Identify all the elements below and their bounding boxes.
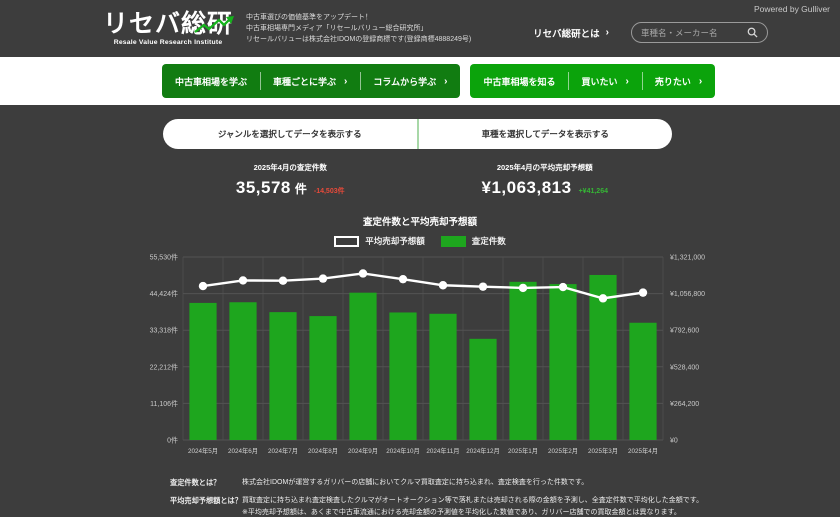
- legend-item-bar: 査定件数: [441, 235, 506, 247]
- svg-text:2025年2月: 2025年2月: [548, 446, 578, 455]
- nav-group-learn: 中古車相場を学ぶ 車種ごとに学ぶ › コラムから学ぶ ›: [162, 64, 460, 98]
- definition-text: 買取査定に持ち込まれ査定検査したクルマがオートオークション等で落札または売却され…: [242, 495, 703, 507]
- tab-model-select[interactable]: 車種を選択してデータを表示する: [417, 119, 673, 149]
- stat-label: 2025年4月の査定件数: [163, 162, 418, 173]
- site-header: リセバ総研 Resale Value Research Institute 中古…: [0, 0, 840, 57]
- nav-item-label: 売りたい: [655, 75, 691, 88]
- stat-label: 2025年4月の平均売却予想額: [418, 162, 673, 173]
- definition-row: 平均売却予想額とは？ 買取査定に持ち込まれ査定検査したクルマがオートオークション…: [170, 495, 840, 517]
- nav-item-market-know[interactable]: 中古車相場を知る: [470, 64, 568, 98]
- chart-legend: 平均売却予想額 査定件数: [0, 235, 840, 247]
- legend-item-line: 平均売却予想額: [334, 235, 425, 247]
- svg-text:2024年5月: 2024年5月: [188, 446, 218, 455]
- svg-text:2024年7月: 2024年7月: [268, 446, 298, 455]
- assessment-price-chart: 55,530件 ¥1,321,000 44,424件 ¥1,056,800 33,318…: [133, 249, 733, 465]
- nav-group-action: 中古車相場を知る 買いたい › 売りたい ›: [470, 64, 715, 98]
- definition-term: 査定件数とは？: [170, 477, 242, 489]
- stat-value: ¥1,063,813 +¥41,264: [418, 178, 673, 198]
- header-tagline: 中古車選びの価値基準をアップデート！ 中古車相場専門メディア「リセールバリュー総…: [246, 12, 471, 46]
- definitions: 査定件数とは？ 株式会社IDOMが運営するガリバーの店舗においてクルマ買取査定に…: [170, 477, 840, 517]
- svg-text:2024年12月: 2024年12月: [466, 446, 500, 455]
- nav-item-label: コラムから学ぶ: [373, 75, 436, 88]
- nav-item-market-learn[interactable]: 中古車相場を学ぶ: [162, 64, 260, 98]
- stats-row: 2025年4月の査定件数 35,578 件 -14,503件 2025年4月の平…: [163, 162, 672, 198]
- stat-unit: 件: [295, 180, 307, 197]
- svg-text:2025年3月: 2025年3月: [588, 446, 618, 455]
- nav-item-buy[interactable]: 買いたい ›: [568, 64, 641, 98]
- svg-text:33,318件: 33,318件: [150, 326, 178, 335]
- svg-text:2024年6月: 2024年6月: [228, 446, 258, 455]
- logo-title: リセバ総研: [103, 11, 233, 37]
- definition-term: 平均売却予想額とは？: [170, 495, 242, 517]
- nav-item-label: 中古車相場を学ぶ: [175, 75, 247, 88]
- search-box[interactable]: [631, 22, 768, 43]
- legend-label: 査定件数: [472, 235, 506, 247]
- nav-item-label: 中古車相場を知る: [483, 75, 555, 88]
- svg-text:2024年8月: 2024年8月: [308, 446, 338, 455]
- definition-text: 株式会社IDOMが運営するガリバーの店舗においてクルマ買取査定に持ち込まれ、査定…: [242, 477, 588, 489]
- stat-value: 35,578 件 -14,503件: [163, 178, 418, 198]
- nav-item-sell[interactable]: 売りたい ›: [642, 64, 715, 98]
- definition-row: 査定件数とは？ 株式会社IDOMが運営するガリバーの店舗においてクルマ買取査定に…: [170, 477, 840, 489]
- svg-text:44,424件: 44,424件: [150, 289, 178, 298]
- svg-text:11,106件: 11,106件: [150, 399, 178, 408]
- about-link[interactable]: リセバ総研とは ›: [533, 26, 609, 40]
- svg-text:22,212件: 22,212件: [150, 362, 178, 371]
- main-nav: 中古車相場を学ぶ 車種ごとに学ぶ › コラムから学ぶ › 中古車相場を知る 買い…: [0, 57, 840, 105]
- nav-item-label: 車種ごとに学ぶ: [273, 75, 336, 88]
- search-input[interactable]: [641, 28, 741, 38]
- nav-item-columns[interactable]: コラムから学ぶ ›: [360, 64, 460, 98]
- svg-text:¥1,321,000: ¥1,321,000: [670, 255, 705, 262]
- chart-title: 査定件数と平均売却予想額: [0, 214, 840, 228]
- chevron-right-icon: ›: [699, 76, 702, 87]
- about-link-label: リセバ総研とは: [533, 26, 600, 40]
- stat-assessment-count: 2025年4月の査定件数 35,578 件 -14,503件: [163, 162, 418, 198]
- svg-text:55,530件: 55,530件: [150, 253, 178, 262]
- search-icon[interactable]: [747, 27, 758, 38]
- tab-genre-select[interactable]: ジャンルを選択してデータを表示する: [163, 119, 417, 149]
- data-view-tabs: ジャンルを選択してデータを表示する 車種を選択してデータを表示する: [163, 119, 672, 149]
- svg-text:0件: 0件: [167, 436, 178, 445]
- svg-text:¥528,400: ¥528,400: [670, 364, 699, 371]
- svg-text:2024年9月: 2024年9月: [348, 446, 378, 455]
- svg-text:¥264,200: ¥264,200: [670, 401, 699, 408]
- chevron-right-icon: ›: [606, 27, 609, 38]
- stat-average-price: 2025年4月の平均売却予想額 ¥1,063,813 +¥41,264: [418, 162, 673, 198]
- nav-item-by-model[interactable]: 車種ごとに学ぶ ›: [260, 64, 360, 98]
- svg-text:2024年10月: 2024年10月: [386, 446, 420, 455]
- chevron-right-icon: ›: [625, 76, 628, 87]
- stat-number: 35,578: [236, 178, 291, 198]
- legend-label: 平均売却予想額: [365, 235, 425, 247]
- stat-delta-badge: -14,503件: [314, 186, 345, 196]
- chevron-right-icon: ›: [344, 76, 347, 87]
- svg-text:¥792,600: ¥792,600: [670, 328, 699, 335]
- stat-delta-badge: +¥41,264: [579, 188, 608, 195]
- svg-text:2025年1月: 2025年1月: [508, 446, 538, 455]
- line-swatch-icon: [334, 236, 359, 247]
- powered-by-label: Powered by Gulliver: [754, 4, 830, 14]
- main-content: ジャンルを選択してデータを表示する 車種を選択してデータを表示する 2025年4…: [0, 105, 840, 517]
- tagline-line: 中古車選びの価値基準をアップデート！: [246, 12, 471, 23]
- definition-note: ※平均売却予想額は、あくまで中古車流通における売却金額の予測値を平均化した数値で…: [242, 507, 703, 517]
- header-right: リセバ総研とは ›: [533, 22, 768, 43]
- site-logo[interactable]: リセバ総研 Resale Value Research Institute: [103, 11, 233, 46]
- definition-description: 買取査定に持ち込まれ査定検査したクルマがオートオークション等で落札または売却され…: [242, 495, 703, 517]
- tagline-line: リセールバリューは株式会社IDOMの登録商標です(登録商標4888249号): [246, 34, 471, 45]
- logo-subtitle: Resale Value Research Institute: [103, 39, 233, 46]
- bar-swatch-icon: [441, 236, 466, 247]
- tagline-line: 中古車相場専門メディア「リセールバリュー総合研究所」: [246, 23, 471, 34]
- definition-description: 株式会社IDOMが運営するガリバーの店舗においてクルマ買取査定に持ち込まれ、査定…: [242, 477, 588, 489]
- chevron-right-icon: ›: [444, 76, 447, 87]
- svg-text:¥0: ¥0: [670, 438, 678, 445]
- svg-text:2025年4月: 2025年4月: [628, 446, 658, 455]
- stat-number: ¥1,063,813: [482, 178, 572, 198]
- svg-text:2024年11月: 2024年11月: [426, 446, 459, 455]
- nav-item-label: 買いたい: [581, 75, 617, 88]
- svg-text:¥1,056,800: ¥1,056,800: [670, 291, 705, 298]
